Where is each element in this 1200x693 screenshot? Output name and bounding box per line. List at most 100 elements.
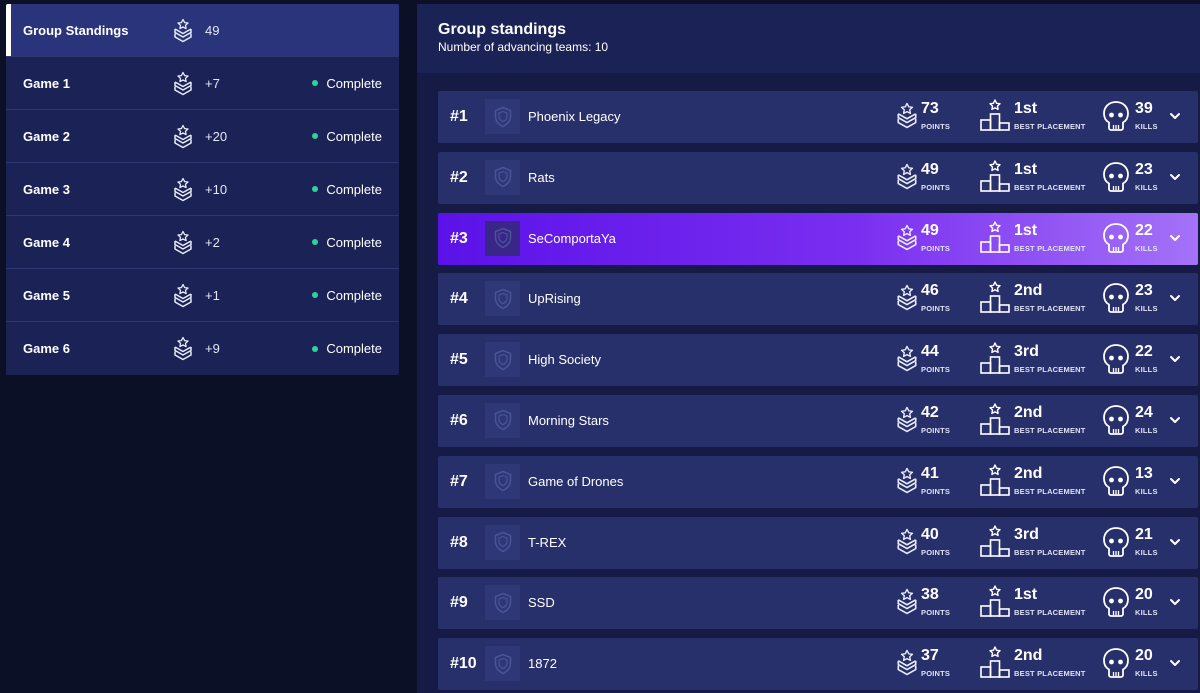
sidebar-item-label: Game 1 xyxy=(23,75,70,91)
shield-icon xyxy=(493,227,513,249)
standings-row[interactable]: #9 SSD 38 POINTS 1st BEST PLACEMENT 20 K… xyxy=(438,577,1198,630)
standings-row[interactable]: #8 T-REX 40 POINTS 3rd BEST PLACEMENT 21… xyxy=(438,516,1198,569)
sidebar-item-game-3[interactable]: Game 3 +10 Complete xyxy=(6,163,399,216)
shield-icon xyxy=(493,592,513,614)
chevron-down-icon[interactable] xyxy=(1169,596,1181,608)
team-name: Rats xyxy=(528,169,555,185)
chevron-down-icon[interactable] xyxy=(1169,110,1181,122)
best-placement-value: 2nd xyxy=(1014,282,1043,300)
team-logo xyxy=(485,402,520,438)
chevron-down-icon[interactable] xyxy=(1169,232,1181,244)
standings-row[interactable]: #2 Rats 49 POINTS 1st BEST PLACEMENT 23 … xyxy=(438,151,1198,204)
chevron-down-icon[interactable] xyxy=(1169,414,1181,426)
team-logo xyxy=(485,342,520,378)
team-name: Phoenix Legacy xyxy=(528,109,621,124)
sidebar-item-points: +20 xyxy=(205,128,228,144)
status-dot-icon xyxy=(312,345,319,352)
sidebar-item-game-1[interactable]: Game 1 +7 Complete xyxy=(6,57,399,110)
page-title: Group standings xyxy=(438,21,566,38)
sidebar-item-points: +7 xyxy=(205,75,220,91)
skull-icon xyxy=(1102,161,1130,193)
kills-caption: KILLS xyxy=(1135,365,1158,375)
team-logo xyxy=(485,220,520,256)
game-sidebar: Group Standings 49 Game 1 +7 Complete Ga… xyxy=(6,4,399,375)
points-caption: POINTS xyxy=(921,243,951,253)
team-name: SSD xyxy=(528,595,555,611)
chevron-down-icon[interactable] xyxy=(1169,536,1181,548)
podium-icon xyxy=(979,584,1011,618)
best-placement-caption: BEST PLACEMENT xyxy=(1014,669,1086,679)
sidebar-item-game-5[interactable]: Game 5 +1 Complete xyxy=(6,269,399,322)
kills-caption: KILLS xyxy=(1135,608,1158,618)
shield-icon xyxy=(493,470,513,492)
kills-value: 22 xyxy=(1135,221,1153,239)
chevron-down-icon[interactable] xyxy=(1169,657,1181,669)
chevron-down-icon[interactable] xyxy=(1169,292,1181,304)
standings-row[interactable]: #5 High Society 44 POINTS 3rd BEST PLACE… xyxy=(438,334,1198,387)
points-value: 42 xyxy=(921,403,939,421)
standings-row[interactable]: #3 SeComportaYa 49 POINTS 1st BEST PLACE… xyxy=(438,212,1198,265)
sidebar-item-game-2[interactable]: Game 2 +20 Complete xyxy=(6,110,399,163)
points-chevron-icon xyxy=(895,646,919,680)
standings-row[interactable]: #1 Phoenix Legacy 73 POINTS 1st BEST PLA… xyxy=(438,91,1198,143)
standings-header: Group standings Number of advancing team… xyxy=(417,4,1200,73)
sidebar-item-label: Game 4 xyxy=(23,234,70,250)
sidebar-item-points: 49 xyxy=(205,22,220,38)
best-placement-caption: BEST PLACEMENT xyxy=(1014,304,1086,314)
podium-icon xyxy=(979,341,1011,375)
sidebar-item-game-4[interactable]: Game 4 +2 Complete xyxy=(6,216,399,269)
standings-row[interactable]: #10 1872 37 POINTS 2nd BEST PLACEMENT 20… xyxy=(438,638,1198,691)
points-chevron-icon xyxy=(895,281,919,315)
shield-icon xyxy=(493,288,513,310)
standings-list: #1 Phoenix Legacy 73 POINTS 1st BEST PLA… xyxy=(438,91,1198,693)
standings-row[interactable]: #7 Game of Drones 41 POINTS 2nd BEST PLA… xyxy=(438,455,1198,508)
team-logo xyxy=(485,646,520,682)
points-value: 40 xyxy=(921,525,939,543)
rank-chevron-icon xyxy=(172,177,194,203)
sidebar-item-label: Game 2 xyxy=(23,128,70,144)
chevron-down-icon[interactable] xyxy=(1169,171,1181,183)
podium-icon xyxy=(979,645,1011,679)
rank-label: #9 xyxy=(450,594,468,612)
kills-caption: KILLS xyxy=(1135,182,1158,192)
team-logo xyxy=(485,463,520,499)
sidebar-item-label: Game 6 xyxy=(23,341,70,356)
points-value: 46 xyxy=(921,282,939,300)
chevron-down-icon[interactable] xyxy=(1169,353,1181,365)
best-placement-caption: BEST PLACEMENT xyxy=(1014,486,1086,496)
team-logo xyxy=(485,524,520,560)
best-placement-value: 2nd xyxy=(1014,647,1043,665)
sidebar-item-group-standings[interactable]: Group Standings 49 xyxy=(6,4,399,57)
points-value: 44 xyxy=(921,343,939,361)
standings-row[interactable]: #4 UpRising 46 POINTS 2nd BEST PLACEMENT… xyxy=(438,273,1198,326)
kills-value: 20 xyxy=(1135,586,1153,604)
rank-chevron-icon xyxy=(172,283,194,309)
podium-icon xyxy=(979,524,1011,558)
shield-icon xyxy=(493,349,513,371)
team-name: UpRising xyxy=(528,291,581,307)
standings-row[interactable]: #6 Morning Stars 42 POINTS 2nd BEST PLAC… xyxy=(438,394,1198,447)
chevron-down-icon[interactable] xyxy=(1169,475,1181,487)
best-placement-value: 2nd xyxy=(1014,403,1043,421)
kills-caption: KILLS xyxy=(1135,486,1158,496)
advancing-teams-note: Number of advancing teams: 10 xyxy=(438,40,609,54)
skull-icon xyxy=(1102,282,1130,314)
shield-icon xyxy=(493,106,513,128)
rank-label: #4 xyxy=(450,290,468,308)
rank-label: #10 xyxy=(450,655,477,673)
status-label: Complete xyxy=(326,341,382,356)
status-dot-icon xyxy=(312,292,319,298)
kills-value: 13 xyxy=(1135,464,1153,482)
status-label: Complete xyxy=(326,287,382,303)
skull-icon xyxy=(1102,526,1130,558)
podium-icon xyxy=(979,159,1011,193)
best-placement-value: 1st xyxy=(1014,100,1038,117)
skull-icon xyxy=(1102,343,1130,375)
team-name: High Society xyxy=(528,352,601,368)
points-chevron-icon xyxy=(895,99,919,133)
status-badge: Complete xyxy=(312,129,382,144)
sidebar-item-game-6[interactable]: Game 6 +9 Complete xyxy=(6,322,399,375)
sidebar-item-points: +2 xyxy=(205,234,220,250)
skull-icon xyxy=(1102,465,1130,497)
skull-icon xyxy=(1102,222,1130,254)
